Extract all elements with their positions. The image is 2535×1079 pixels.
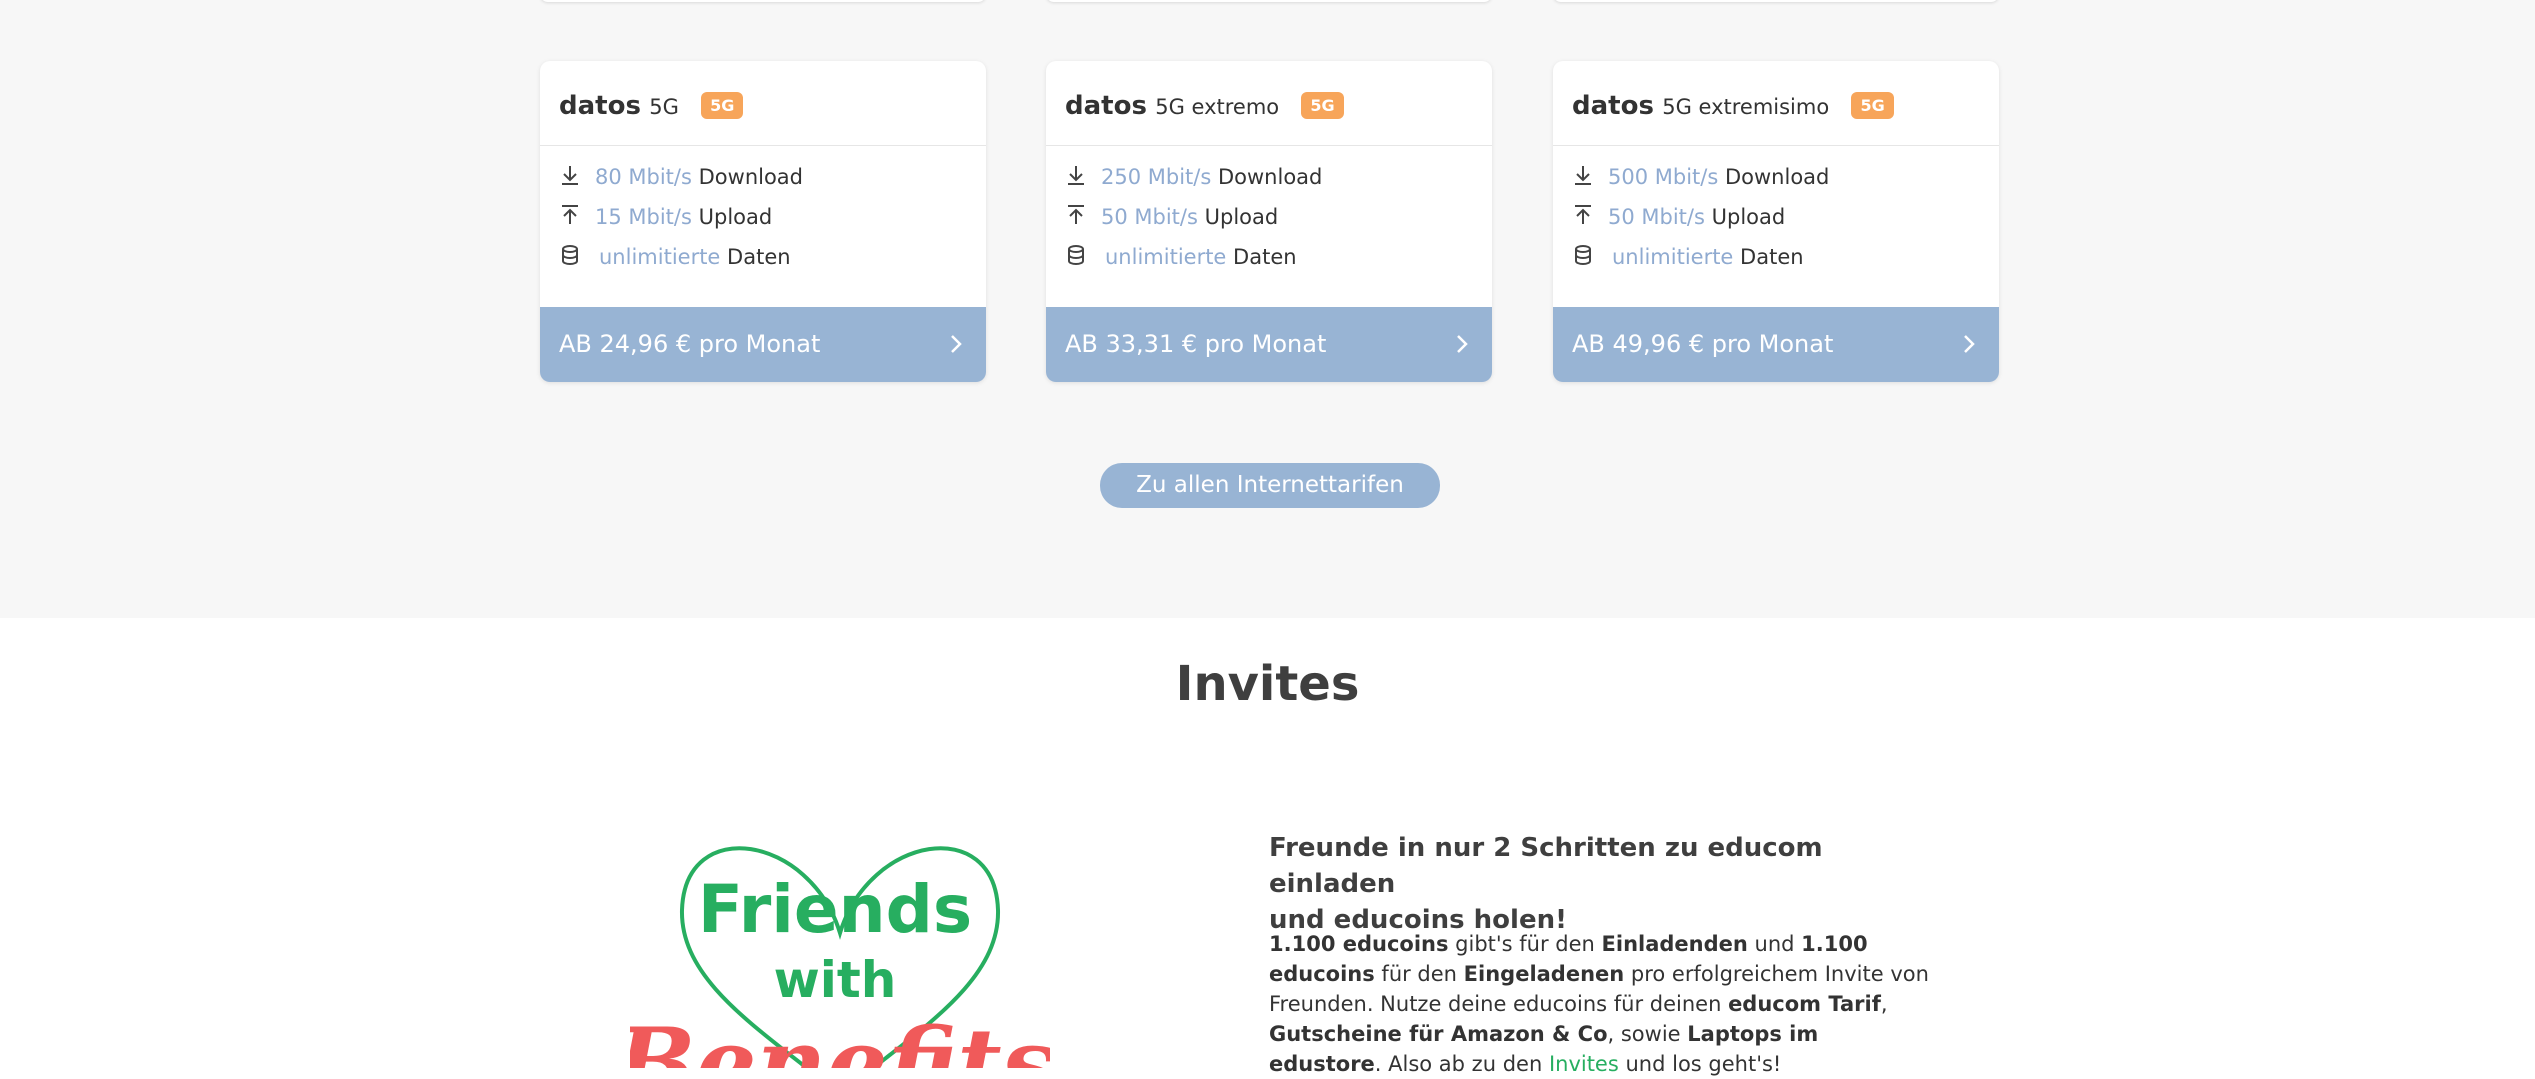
friends-with-benefits-logo: Friends with Benefits bbox=[630, 846, 1050, 1068]
card-stub bbox=[1553, 0, 1999, 2]
data-label: Daten bbox=[727, 245, 791, 269]
5g-badge: 5G bbox=[1301, 92, 1344, 119]
5g-badge: 5G bbox=[1851, 92, 1894, 119]
download-row: 250 Mbit/s Download bbox=[1065, 164, 1322, 189]
download-value: 250 Mbit/s bbox=[1101, 165, 1212, 189]
data-value: unlimitierte bbox=[1612, 245, 1734, 269]
upload-icon bbox=[562, 205, 578, 224]
card-header: datos 5G 5G bbox=[540, 61, 986, 146]
tariff-name: datos bbox=[1572, 91, 1654, 121]
5g-badge: 5G bbox=[701, 92, 744, 119]
tariff-name: datos bbox=[1065, 91, 1147, 121]
chevron-right-icon bbox=[1457, 335, 1468, 353]
upload-icon bbox=[1068, 205, 1084, 224]
download-value: 500 Mbit/s bbox=[1608, 165, 1719, 189]
download-row: 80 Mbit/s Download bbox=[559, 164, 803, 189]
download-value: 80 Mbit/s bbox=[595, 165, 692, 189]
tariff-section: datos 5G 5G 80 Mbit/s Download 15 Mbit/s… bbox=[0, 0, 2535, 618]
emph-text: Eingeladenen bbox=[1463, 962, 1625, 986]
card-title: datos 5G 5G bbox=[559, 91, 744, 121]
card-stub bbox=[1046, 0, 1492, 2]
data-row: unlimitierte Daten bbox=[1065, 244, 1297, 269]
body-text: , sowie bbox=[1607, 1022, 1688, 1046]
card-header: datos 5G extremo 5G bbox=[1046, 61, 1492, 146]
tariff-subname: 5G extremo bbox=[1155, 95, 1280, 119]
body-text: und los geht's! bbox=[1618, 1052, 1782, 1076]
emph-text: Gutscheine für Amazon & Co bbox=[1269, 1022, 1608, 1046]
body-text: , bbox=[1880, 992, 1888, 1016]
download-label: Download bbox=[1724, 165, 1830, 189]
upload-label: Upload bbox=[1204, 205, 1279, 229]
download-icon bbox=[1575, 166, 1591, 185]
upload-row: 50 Mbit/s Upload bbox=[1572, 204, 1785, 229]
data-row: unlimitierte Daten bbox=[1572, 244, 1804, 269]
invites-lead: Freunde in nur 2 Schritten zu educom ein… bbox=[1269, 830, 1919, 938]
upload-value: 50 Mbit/s bbox=[1608, 205, 1705, 229]
tariff-name: datos bbox=[559, 91, 641, 121]
tariff-card-datos-5g: datos 5G 5G 80 Mbit/s Download 15 Mbit/s… bbox=[540, 61, 986, 382]
body-text: für den bbox=[1374, 962, 1464, 986]
logo-word-friends: Friends bbox=[698, 871, 972, 948]
all-tariffs-button[interactable]: Zu allen Internettarifen bbox=[1100, 463, 1440, 508]
body-text: gibt's für den bbox=[1448, 932, 1602, 956]
download-icon bbox=[1068, 166, 1084, 185]
price-label: AB 24,96 € pro Monat bbox=[559, 330, 821, 358]
upload-label: Upload bbox=[698, 205, 773, 229]
invites-link[interactable]: Invites bbox=[1549, 1052, 1619, 1076]
data-label: Daten bbox=[1740, 245, 1804, 269]
price-button[interactable]: AB 24,96 € pro Monat bbox=[540, 307, 986, 382]
database-icon bbox=[1575, 245, 1591, 266]
upload-icon bbox=[1575, 205, 1591, 224]
logo-word-benefits: Benefits bbox=[630, 1007, 1050, 1068]
body-text: und bbox=[1747, 932, 1802, 956]
upload-row: 50 Mbit/s Upload bbox=[1065, 204, 1278, 229]
data-value: unlimitierte bbox=[1105, 245, 1227, 269]
download-label: Download bbox=[698, 165, 804, 189]
tariff-card-datos-5g-extremisimo: datos 5G extremisimo 5G 500 Mbit/s Downl… bbox=[1553, 61, 1999, 382]
chevron-right-icon bbox=[1964, 335, 1975, 353]
emph-text: 1.100 educoins bbox=[1269, 932, 1449, 956]
upload-value: 50 Mbit/s bbox=[1101, 205, 1198, 229]
emph-text: educom Tarif bbox=[1728, 992, 1881, 1016]
card-stub bbox=[540, 0, 986, 2]
upload-row: 15 Mbit/s Upload bbox=[559, 204, 772, 229]
tariff-subname: 5G extremisimo bbox=[1662, 95, 1830, 119]
data-label: Daten bbox=[1233, 245, 1297, 269]
database-icon bbox=[562, 245, 578, 266]
data-value: unlimitierte bbox=[599, 245, 721, 269]
price-button[interactable]: AB 33,31 € pro Monat bbox=[1046, 307, 1492, 382]
logo-word-with: with bbox=[774, 951, 897, 1009]
card-title: datos 5G extremisimo 5G bbox=[1572, 91, 1894, 121]
card-header: datos 5G extremisimo 5G bbox=[1553, 61, 1999, 146]
download-icon bbox=[562, 166, 578, 185]
price-label: AB 49,96 € pro Monat bbox=[1572, 330, 1834, 358]
invites-description: 1.100 educoins gibt's für den Einladende… bbox=[1269, 929, 1929, 1079]
tariff-subname: 5G bbox=[649, 95, 679, 119]
card-title: datos 5G extremo 5G bbox=[1065, 91, 1344, 121]
database-icon bbox=[1068, 245, 1084, 266]
body-text: . Also ab zu den bbox=[1374, 1052, 1549, 1076]
chevron-right-icon bbox=[951, 335, 962, 353]
price-button[interactable]: AB 49,96 € pro Monat bbox=[1553, 307, 1999, 382]
upload-value: 15 Mbit/s bbox=[595, 205, 692, 229]
price-label: AB 33,31 € pro Monat bbox=[1065, 330, 1327, 358]
download-row: 500 Mbit/s Download bbox=[1572, 164, 1829, 189]
lead-line-1: Freunde in nur 2 Schritten zu educom ein… bbox=[1269, 833, 1823, 899]
emph-text: Einladenden bbox=[1601, 932, 1748, 956]
download-label: Download bbox=[1217, 165, 1323, 189]
data-row: unlimitierte Daten bbox=[559, 244, 791, 269]
tariff-card-datos-5g-extremo: datos 5G extremo 5G 250 Mbit/s Download … bbox=[1046, 61, 1492, 382]
upload-label: Upload bbox=[1711, 205, 1786, 229]
invites-heading: Invites bbox=[1175, 656, 1360, 712]
